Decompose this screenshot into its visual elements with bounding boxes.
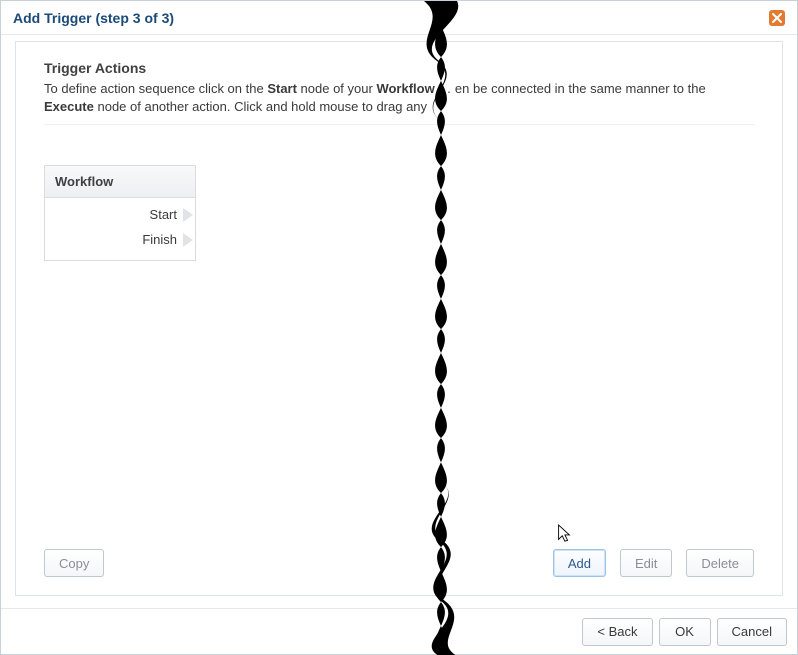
close-icon	[772, 13, 782, 23]
ok-button[interactable]: OK	[659, 618, 711, 646]
section-heading: Trigger Actions	[44, 60, 754, 76]
dialog-footer: < Back OK Cancel	[1, 608, 797, 654]
section-intro: To define action sequence click on the S…	[44, 80, 754, 116]
dialog-header: Add Trigger (step 3 of 3)	[1, 1, 797, 35]
workflow-node-label: Finish	[142, 232, 177, 247]
port-icon[interactable]	[183, 233, 193, 247]
intro-text: node of your	[297, 81, 377, 96]
intro-text: … en be connected in the same manner to …	[435, 81, 706, 96]
workflow-card[interactable]: Workflow Start Finish	[44, 165, 196, 261]
divider	[44, 124, 754, 125]
intro-text: To define action sequence click on the	[44, 81, 267, 96]
cancel-button[interactable]: Cancel	[717, 618, 787, 646]
content-panel: Trigger Actions To define action sequenc…	[15, 41, 783, 596]
workflow-card-body: Start Finish	[45, 198, 195, 260]
add-trigger-dialog: Add Trigger (step 3 of 3) Trigger Action…	[0, 0, 798, 655]
workflow-node-start[interactable]: Start	[45, 202, 195, 227]
back-button[interactable]: < Back	[582, 618, 652, 646]
workflow-node-label: Start	[150, 207, 177, 222]
intro-workflow-bold: Workflow	[376, 81, 434, 96]
delete-button[interactable]: Delete	[686, 549, 754, 577]
edit-button[interactable]: Edit	[620, 549, 672, 577]
copy-button[interactable]: Copy	[44, 549, 104, 577]
close-button[interactable]	[769, 10, 785, 26]
action-button-row: Copy Add Edit Delete	[44, 549, 754, 577]
dialog-title: Add Trigger (step 3 of 3)	[13, 10, 174, 26]
intro-execute-bold: Execute	[44, 99, 94, 114]
workflow-node-finish[interactable]: Finish	[45, 227, 195, 252]
add-button[interactable]: Add	[553, 549, 606, 577]
port-icon[interactable]	[183, 208, 193, 222]
intro-text: node of another action. Click and hold m…	[94, 99, 427, 114]
workflow-card-header: Workflow	[45, 166, 195, 198]
intro-start-bold: Start	[267, 81, 297, 96]
